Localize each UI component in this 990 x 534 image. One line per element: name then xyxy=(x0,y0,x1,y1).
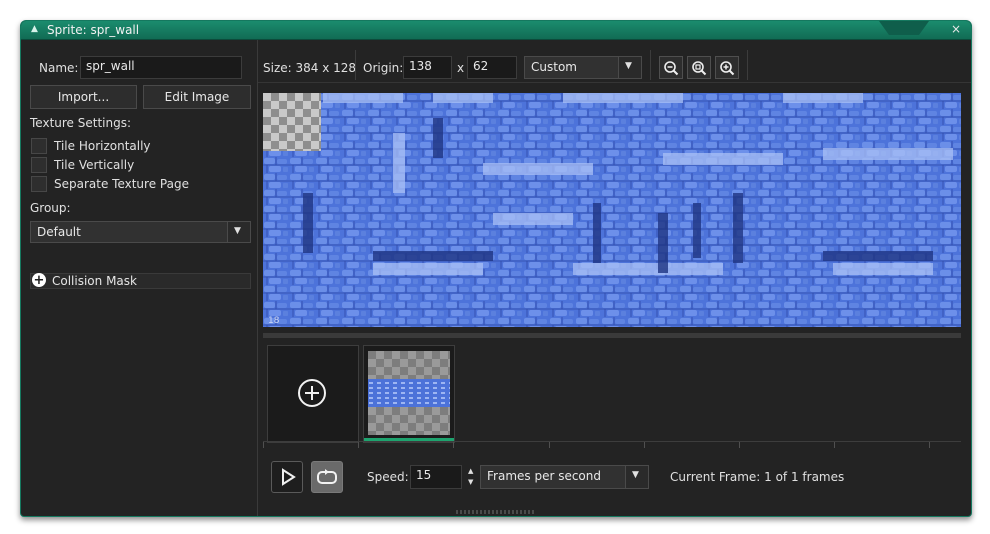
toolbar-separator xyxy=(355,50,356,80)
zoom-reset-icon xyxy=(692,61,707,76)
toolbar-separator xyxy=(747,50,748,80)
speed-input[interactable]: 15 xyxy=(410,465,462,489)
title-bar[interactable]: ▲ Sprite: spr_wall × xyxy=(21,21,971,40)
collision-mask-label: Collision Mask xyxy=(52,274,137,288)
tile-horizontally-label: Tile Horizontally xyxy=(54,139,151,153)
sprite-canvas[interactable]: 18 xyxy=(263,93,961,327)
collision-mask-section[interactable]: + Collision Mask xyxy=(30,273,251,289)
loop-icon xyxy=(317,469,337,484)
group-dropdown-value: Default xyxy=(37,225,81,239)
separate-texture-page-label: Separate Texture Page xyxy=(54,177,189,191)
toolbar-separator xyxy=(650,50,651,80)
canvas-corner-label: 18 xyxy=(268,316,280,326)
frame-thumbnail-image xyxy=(368,379,450,407)
expand-plus-icon[interactable]: + xyxy=(32,273,46,288)
speed-unit-dropdown[interactable]: Frames per second ▼ xyxy=(480,465,649,489)
sprite-properties-panel: Name: spr_wall Import... Edit Image Text… xyxy=(21,40,258,516)
play-icon xyxy=(282,468,296,486)
zoom-in-icon xyxy=(720,61,735,76)
stepper-down-icon[interactable]: ▼ xyxy=(468,478,473,486)
sprite-size-text: Size: 384 x 128 xyxy=(263,61,357,75)
origin-preset-arrow[interactable]: ▼ xyxy=(618,57,641,78)
name-input[interactable]: spr_wall xyxy=(80,56,242,79)
speed-unit-value: Frames per second xyxy=(487,469,601,483)
loop-button[interactable] xyxy=(311,461,343,493)
add-frame-button[interactable] xyxy=(267,345,359,443)
timeline-ruler[interactable] xyxy=(263,441,961,450)
tile-horizontally-checkbox[interactable] xyxy=(31,138,47,154)
group-label: Group: xyxy=(30,201,71,215)
sprite-toolbar: Size: 384 x 128 Origin: 138 x 62 Custom … xyxy=(258,40,971,83)
name-label: Name: xyxy=(39,61,79,75)
texture-settings-label: Texture Settings: xyxy=(30,116,132,130)
origin-separator: x xyxy=(457,61,465,75)
tile-vertically-label: Tile Vertically xyxy=(54,158,135,172)
zoom-reset-button[interactable] xyxy=(687,56,711,79)
zoom-out-button[interactable] xyxy=(659,56,683,79)
sprite-editor-window: ▲ Sprite: spr_wall × Name: spr_wall Impo… xyxy=(20,20,972,517)
canvas-horizontal-scrollbar[interactable] xyxy=(263,333,961,338)
chevron-down-icon: ▼ xyxy=(625,61,632,71)
origin-y-input[interactable]: 62 xyxy=(467,56,517,79)
stepper-up-icon[interactable]: ▲ xyxy=(468,467,473,475)
frame-strip xyxy=(263,343,961,447)
tile-vertically-checkbox[interactable] xyxy=(31,157,47,173)
origin-preset-value: Custom xyxy=(531,60,577,74)
frame-thumbnail[interactable] xyxy=(363,345,455,443)
zoom-out-icon xyxy=(664,61,679,76)
group-dropdown-arrow[interactable]: ▼ xyxy=(227,222,250,242)
speed-unit-arrow[interactable]: ▼ xyxy=(625,466,648,488)
separate-texture-page-checkbox[interactable] xyxy=(31,176,47,192)
chevron-down-icon: ▼ xyxy=(234,226,241,236)
zoom-in-button[interactable] xyxy=(715,56,739,79)
import-button[interactable]: Import... xyxy=(30,85,137,109)
resize-grip[interactable] xyxy=(456,510,536,514)
frame-thumbnail-background xyxy=(368,351,450,435)
speed-stepper[interactable]: ▲ ▼ xyxy=(467,465,479,489)
close-icon[interactable]: × xyxy=(951,22,961,36)
speed-label: Speed: xyxy=(367,470,409,484)
group-dropdown[interactable]: Default ▼ xyxy=(30,221,251,243)
collapse-arrow-icon[interactable]: ▲ xyxy=(31,24,38,34)
sprite-wall-image: 18 xyxy=(263,93,961,327)
window-title: Sprite: spr_wall xyxy=(47,23,140,37)
play-button[interactable] xyxy=(271,461,303,493)
origin-x-input[interactable]: 138 xyxy=(403,56,452,79)
edit-image-button[interactable]: Edit Image xyxy=(143,85,251,109)
title-bar-notch xyxy=(879,21,929,35)
current-frame-text: Current Frame: 1 of 1 frames xyxy=(670,470,845,484)
origin-preset-dropdown[interactable]: Custom ▼ xyxy=(524,56,642,79)
add-circle-icon xyxy=(298,379,326,407)
chevron-down-icon: ▼ xyxy=(632,470,639,480)
origin-label: Origin: xyxy=(363,61,404,75)
